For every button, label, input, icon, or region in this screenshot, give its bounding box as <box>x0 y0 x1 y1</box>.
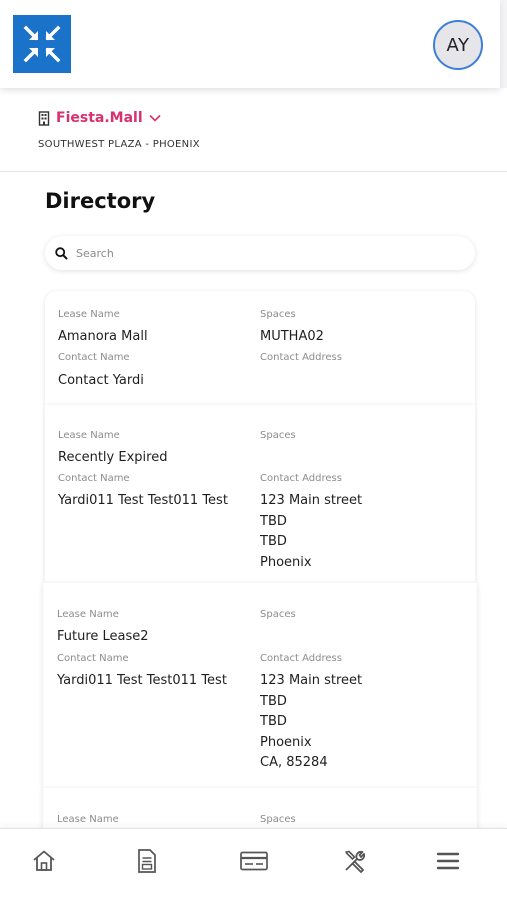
lease-name-label: Lease Name <box>57 814 119 825</box>
contact-name-value: Yardi011 Test Test011 Test <box>57 673 227 688</box>
lease-name-value: Amanora Mall <box>58 329 148 344</box>
building-icon <box>38 110 50 126</box>
lease-name-label: Lease Name <box>58 309 120 320</box>
lease-card[interactable]: Lease Name Spaces Amanora Mall MUTHA02 C… <box>45 291 475 405</box>
directory-page: Fiesta.Mall SOUTHWEST PLAZA - PHOENIX Di… <box>0 88 507 848</box>
nav-payments[interactable] <box>238 847 270 875</box>
lease-name-label: Lease Name <box>58 430 120 441</box>
chevron-down-icon <box>149 114 161 122</box>
nav-menu[interactable] <box>434 847 462 875</box>
user-avatar[interactable]: AY <box>433 20 483 70</box>
search-icon <box>55 246 68 260</box>
nav-services[interactable] <box>341 847 369 875</box>
top-app-bar: AY <box>0 0 500 88</box>
search-bar[interactable] <box>45 236 475 270</box>
contact-address-label: Contact Address <box>260 473 342 484</box>
lease-card[interactable]: Lease Name Spaces Future Lease2 Contact … <box>43 583 477 788</box>
lease-name-value: Recently Expired <box>58 450 168 465</box>
avatar-initials: AY <box>446 34 470 56</box>
spaces-label: Spaces <box>260 430 296 441</box>
address-line: Phoenix <box>260 734 312 750</box>
contact-name-label: Contact Name <box>58 473 130 484</box>
page-title: Directory <box>45 189 156 213</box>
menu-icon <box>436 852 460 870</box>
divider <box>0 171 507 172</box>
app-logo[interactable] <box>13 15 71 73</box>
spaces-label: Spaces <box>260 609 296 620</box>
search-input[interactable] <box>76 246 436 260</box>
contact-name-value: Contact Yardi <box>58 373 144 388</box>
contact-address-label: Contact Address <box>260 352 342 363</box>
address-line: 123 Main street <box>260 493 363 508</box>
spaces-label: Spaces <box>260 814 296 825</box>
address-line: 123 Main street <box>260 673 363 688</box>
bottom-nav <box>0 828 507 900</box>
logo-arrows-icon <box>23 25 61 63</box>
address-line: TBD <box>260 714 287 729</box>
contact-address-lines: 123 Main street TBD TBD Phoenix <box>260 491 362 573</box>
address-line: CA, 85284 <box>260 755 328 770</box>
card-icon <box>240 851 268 871</box>
tools-icon <box>345 850 366 874</box>
nav-home[interactable] <box>30 847 58 875</box>
lease-card[interactable]: Lease Name Spaces Recently Expired Conta… <box>45 405 475 583</box>
address-line: TBD <box>260 513 287 529</box>
lease-name-value: Future Lease2 <box>57 629 149 644</box>
contact-name-label: Contact Name <box>58 352 130 363</box>
contact-address-lines: 123 Main street TBD TBD Phoenix CA, 8528… <box>260 671 362 774</box>
address-line: TBD <box>260 534 287 549</box>
spaces-label: Spaces <box>260 309 296 320</box>
address-line: Phoenix <box>260 554 312 570</box>
contact-address-label: Contact Address <box>260 653 342 664</box>
nav-documents[interactable] <box>133 847 161 875</box>
lease-name-label: Lease Name <box>57 609 119 620</box>
address-line: TBD <box>260 693 287 709</box>
spaces-value: MUTHA02 <box>260 329 324 344</box>
mall-name: Fiesta.Mall <box>56 110 143 126</box>
document-icon <box>138 849 156 873</box>
mall-selector[interactable]: Fiesta.Mall <box>38 110 161 126</box>
home-icon <box>33 850 55 871</box>
contact-name-value: Yardi011 Test Test011 Test <box>58 493 228 508</box>
contact-name-label: Contact Name <box>57 653 129 664</box>
mall-subtitle: SOUTHWEST PLAZA - PHOENIX <box>38 139 200 150</box>
